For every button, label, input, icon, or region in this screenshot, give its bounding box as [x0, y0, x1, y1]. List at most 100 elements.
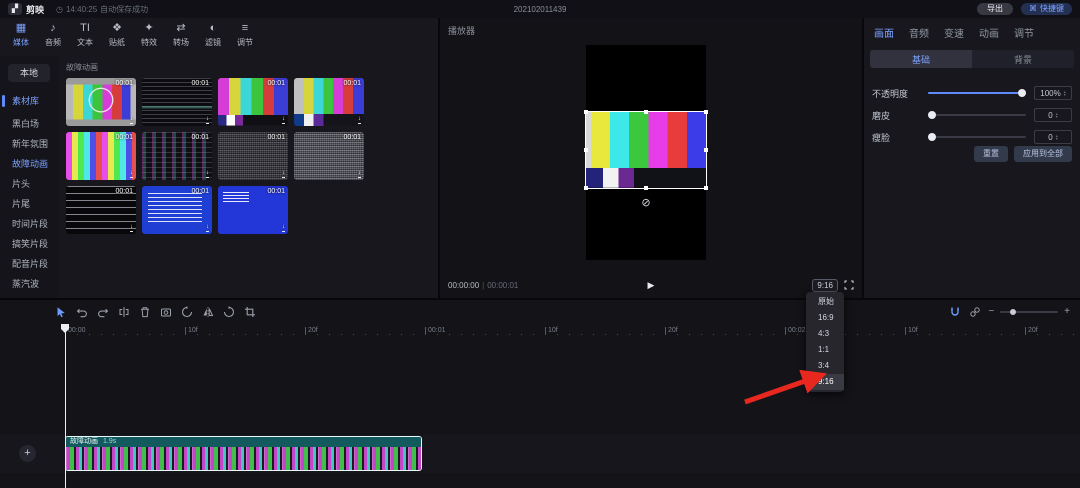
export-button[interactable]: 导出	[977, 3, 1013, 15]
aspect-ratio-button[interactable]: 9:16	[812, 279, 838, 292]
sidebar-item-local[interactable]: 本地	[8, 64, 50, 82]
media-thumbnail[interactable]: 00:01 ↓	[66, 132, 136, 180]
undo-icon[interactable]	[75, 305, 89, 319]
value-box[interactable]: 0 ▴▾	[1034, 108, 1072, 122]
reset-button[interactable]: 重置	[974, 146, 1008, 162]
fullscreen-icon[interactable]	[844, 280, 854, 290]
media-thumbnail[interactable]: 00:01 ↓	[218, 78, 288, 126]
media-toolbar-tab[interactable]: ⇄ 转场	[166, 22, 196, 56]
download-icon[interactable]: ↓	[206, 170, 209, 178]
slider[interactable]	[928, 130, 1026, 144]
media-thumbnail[interactable]: 00:01 ↓	[142, 186, 212, 234]
freeze-frame-icon[interactable]	[159, 305, 173, 319]
category-item[interactable]: 片尾	[0, 194, 58, 214]
media-thumbnail[interactable]: 00:01 ↓	[142, 78, 212, 126]
timeline-zoom-slider[interactable]	[1000, 311, 1058, 313]
media-toolbar-tab[interactable]: ▦ 媒体	[6, 22, 36, 56]
inspector-tab[interactable]: 变速	[944, 25, 964, 40]
download-icon[interactable]: ↓	[130, 170, 133, 178]
timeline-ruler[interactable]: 00:00 10f 20f 00:01 10f 20f 00:02 10f 20…	[0, 324, 1080, 336]
media-thumbnail[interactable]: 00:01 ↓	[142, 132, 212, 180]
inspector-subtab[interactable]: 基础	[870, 50, 972, 68]
media-thumbnail[interactable]: 00:01 ↓	[218, 132, 288, 180]
selection-handle[interactable]	[704, 186, 708, 190]
slider[interactable]	[928, 108, 1026, 122]
split-icon[interactable]	[117, 305, 131, 319]
category-item[interactable]: 搞笑片段	[0, 234, 58, 254]
ratio-option[interactable]: ✓ 原始	[806, 294, 844, 310]
redo-icon[interactable]	[96, 305, 110, 319]
stepper-arrows[interactable]: ▴▾	[1056, 112, 1058, 119]
selection-handle[interactable]	[584, 186, 588, 190]
inspector-tab[interactable]: 调节	[1014, 25, 1034, 40]
media-toolbar-tab[interactable]: ♪ 音频	[38, 22, 68, 56]
media-toolbar-tab[interactable]: TI 文本	[70, 22, 100, 56]
download-icon[interactable]: ↓	[282, 116, 285, 124]
select-tool-icon[interactable]	[54, 305, 68, 319]
selection-handle[interactable]	[584, 148, 588, 152]
media-toolbar-tab[interactable]: ✦ 特效	[134, 22, 164, 56]
reverse-icon[interactable]	[180, 305, 194, 319]
ratio-option[interactable]: ✓ 1:1	[806, 342, 844, 358]
rotate-handle-icon[interactable]: ⊘	[641, 198, 650, 209]
value-box[interactable]: 100% ▴▾	[1034, 86, 1072, 100]
slider[interactable]	[928, 86, 1026, 100]
value-box[interactable]: 0 ▴▾	[1034, 130, 1072, 144]
media-thumbnail[interactable]: 00:01 ↓	[66, 78, 136, 126]
preview-canvas[interactable]: ⊘	[586, 45, 706, 260]
ratio-option[interactable]: ✓ 16:9	[806, 310, 844, 326]
play-button[interactable]: ▶	[648, 280, 655, 291]
media-thumbnail[interactable]: 00:01 ↓	[294, 132, 364, 180]
sidebar-item-library[interactable]: 素材库	[0, 94, 58, 108]
download-icon[interactable]: ↓	[206, 116, 209, 124]
download-icon[interactable]: ↓	[206, 224, 209, 232]
ratio-option[interactable]: ✓ 3:4	[806, 358, 844, 374]
delete-icon[interactable]	[138, 305, 152, 319]
media-toolbar-tab[interactable]: ❖ 贴纸	[102, 22, 132, 56]
media-thumbnail[interactable]: 00:01 ↓	[218, 186, 288, 234]
playhead-line[interactable]	[65, 324, 66, 488]
download-icon[interactable]: ↓	[358, 170, 361, 178]
preview-clip[interactable]: ⊘	[586, 112, 706, 188]
mirror-icon[interactable]	[201, 305, 215, 319]
slider-knob[interactable]	[928, 133, 936, 141]
timeline-clip[interactable]: 故障动画 1.9s	[65, 436, 422, 471]
apply-to-all-button[interactable]: 应用到全部	[1014, 146, 1072, 162]
download-icon[interactable]: ↓	[130, 116, 133, 124]
inspector-tab[interactable]: 音频	[909, 25, 929, 40]
inspector-subtab[interactable]: 背景	[972, 50, 1074, 68]
download-icon[interactable]: ↓	[358, 116, 361, 124]
slider-track[interactable]	[928, 136, 1026, 138]
download-icon[interactable]: ↓	[130, 224, 133, 232]
ratio-option[interactable]: ✓ 4:3	[806, 326, 844, 342]
category-item[interactable]: 时间片段	[0, 214, 58, 234]
category-item[interactable]: 片头	[0, 174, 58, 194]
zoom-out-button[interactable]: −	[988, 307, 994, 317]
selection-handle[interactable]	[644, 186, 648, 190]
media-toolbar-tab[interactable]: ◐ 滤镜	[198, 22, 228, 56]
slider-knob[interactable]	[928, 111, 936, 119]
download-icon[interactable]: ↓	[282, 224, 285, 232]
slider-knob[interactable]	[1018, 89, 1026, 97]
link-clips-icon[interactable]	[968, 305, 982, 319]
category-item[interactable]: 蒸汽波	[0, 274, 58, 294]
add-media-button[interactable]: +	[19, 445, 36, 462]
zoom-in-button[interactable]: +	[1064, 307, 1070, 317]
slider-track[interactable]	[928, 114, 1026, 116]
stepper-arrows[interactable]: ▴▾	[1064, 90, 1066, 97]
selection-handle[interactable]	[704, 148, 708, 152]
media-thumbnail[interactable]: 00:01 ↓	[66, 186, 136, 234]
media-toolbar-tab[interactable]: ≡ 调节	[230, 22, 260, 56]
category-item[interactable]: 黑白场	[0, 114, 58, 134]
selection-handle[interactable]	[644, 110, 648, 114]
inspector-tab[interactable]: 画面	[874, 25, 894, 40]
download-icon[interactable]: ↓	[282, 170, 285, 178]
snap-magnet-icon[interactable]	[948, 305, 962, 319]
shortcuts-button[interactable]: ⌘ 快捷键	[1021, 3, 1072, 15]
rotate-icon[interactable]	[222, 305, 236, 319]
ratio-option[interactable]: ✓ 9:16	[806, 374, 844, 390]
category-item[interactable]: 配音片段	[0, 254, 58, 274]
zoom-slider-knob[interactable]	[1010, 309, 1016, 315]
stepper-arrows[interactable]: ▴▾	[1056, 134, 1058, 141]
track-area[interactable]: + 故障动画 1.9s	[0, 336, 1080, 488]
